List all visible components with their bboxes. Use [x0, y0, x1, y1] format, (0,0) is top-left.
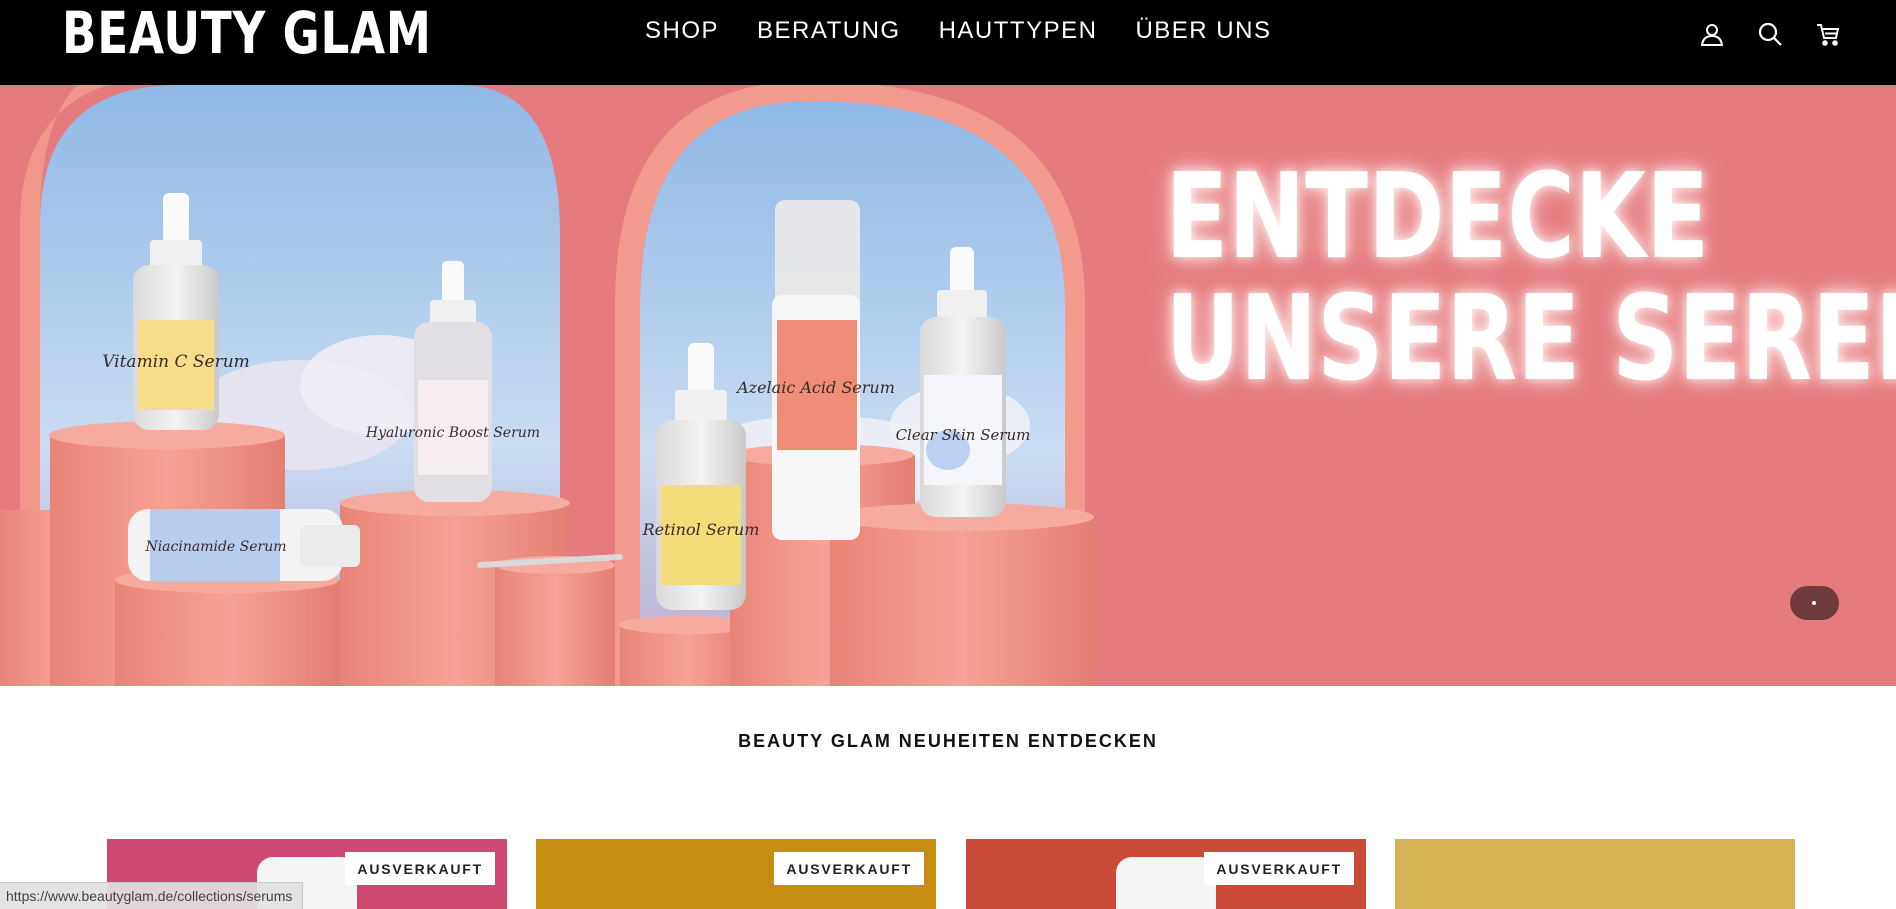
product-card[interactable] [1395, 839, 1795, 909]
link-status-bar: https://www.beautyglam.de/collections/se… [0, 882, 304, 909]
site-header: BEAUTY GLAM SHOP BERATUNG HAUTTYPEN ÜBER… [0, 0, 1896, 85]
bottle-label-retinol: Retinol Serum [642, 520, 760, 539]
sold-out-badge: AUSVERKAUFT [774, 852, 924, 885]
search-icon[interactable] [1756, 20, 1784, 48]
sold-out-badge: AUSVERKAUFT [1204, 852, 1354, 885]
product-image [1116, 857, 1216, 909]
section-title: BEAUTY GLAM NEUHEITEN ENTDECKEN [738, 731, 1158, 751]
nav-item-shop[interactable]: SHOP [645, 16, 719, 46]
slider-dot-button[interactable] [1790, 586, 1839, 620]
nav-item-ueber-uns[interactable]: ÜBER UNS [1135, 16, 1271, 46]
bottle-label-clear-skin: Clear Skin Serum [896, 426, 1031, 444]
nav-item-beratung[interactable]: BERATUNG [757, 16, 901, 46]
hero-title-line-1: ENTDECKE [1165, 147, 1710, 285]
hero-title: ENTDECKE UNSERE SEREN [1165, 147, 1896, 407]
bottle-label-azelaic: Azelaic Acid Serum [735, 378, 895, 397]
account-icon[interactable] [1698, 20, 1726, 48]
cart-icon[interactable] [1814, 20, 1842, 48]
main-nav: SHOP BERATUNG HAUTTYPEN ÜBER UNS [645, 16, 1271, 46]
site-logo[interactable]: BEAUTY GLAM [62, 2, 432, 64]
bottle-label-vitamin-c: Vitamin C Serum [102, 352, 250, 372]
nav-item-hauttypen[interactable]: HAUTTYPEN [939, 16, 1098, 46]
bottle-label-niacinamide: Niacinamide Serum [144, 539, 286, 555]
hero-banner[interactable]: Vitamin C Serum Hyaluronic Boost Serum A… [0, 85, 1896, 686]
product-card[interactable]: AUSVERKAUFT [536, 839, 936, 909]
product-card[interactable]: AUSVERKAUFT [966, 839, 1366, 909]
sold-out-badge: AUSVERKAUFT [345, 852, 495, 885]
hero-title-line-2: UNSERE SEREN [1165, 269, 1896, 407]
bottle-label-hyaluronic: Hyaluronic Boost Serum [365, 425, 540, 441]
header-icons [1698, 20, 1842, 48]
